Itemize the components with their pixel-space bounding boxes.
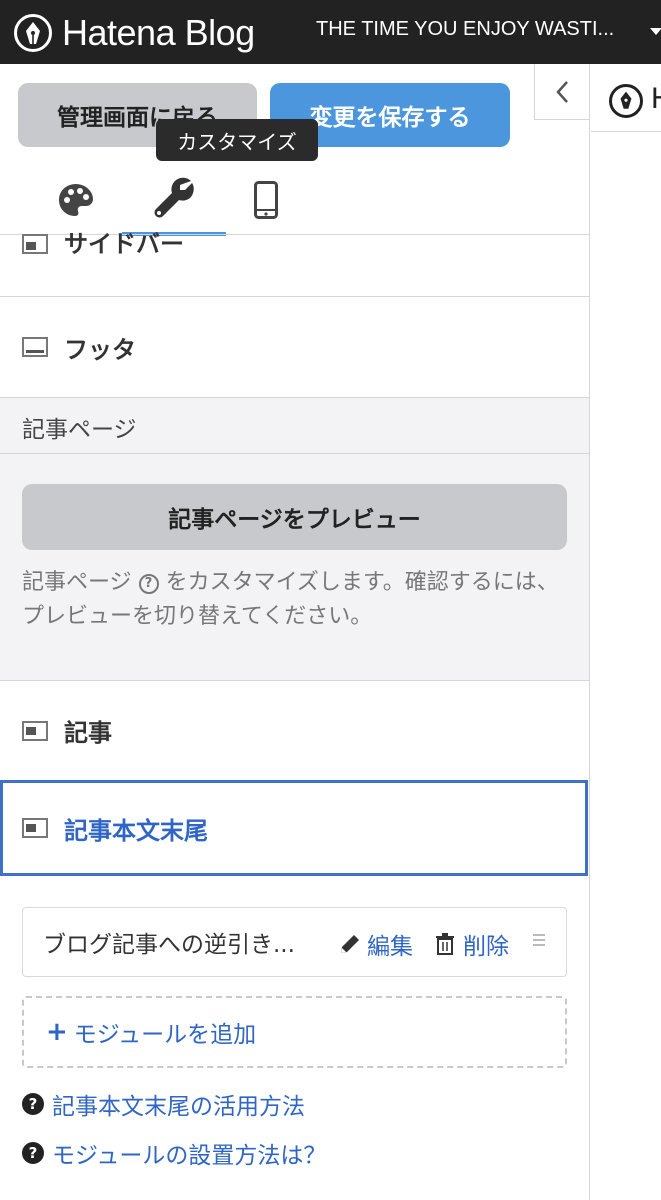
edit-module-button[interactable]: 編集 — [339, 927, 413, 961]
help-link-usage[interactable]: ? 記事本文末尾の活用方法 — [22, 1087, 305, 1121]
description: 記事ページ ? をカスタマイズします。確認するには、プレビューを切り替えてくださ… — [22, 566, 567, 634]
hatena-logo[interactable]: Hatena Blog — [14, 12, 255, 54]
description-text: 記事ページ — [22, 570, 132, 595]
trash-icon — [436, 933, 454, 955]
group-heading: 記事ページ — [22, 417, 137, 443]
add-module-label: モジュールを追加 — [73, 1022, 257, 1048]
blog-title-select[interactable]: THE TIME YOU ENJOY WASTI... — [316, 18, 614, 41]
preview-header: H — [591, 64, 661, 132]
layout-footer-icon — [22, 337, 48, 357]
section-label: 記事 — [64, 719, 112, 747]
preview-brand-text: H — [651, 82, 661, 116]
delete-module-button[interactable]: 削除 — [435, 927, 509, 961]
section-article-footer[interactable]: 記事本文末尾 — [0, 780, 588, 876]
pen-nib-icon — [609, 84, 643, 118]
layout-article-footer-icon — [22, 818, 48, 838]
section-label: 記事本文末尾 — [64, 816, 208, 845]
delete-label: 削除 — [463, 934, 509, 960]
edit-label: 編集 — [367, 934, 413, 960]
chevron-left-icon — [556, 80, 568, 103]
module-name: ブログ記事への逆引き... — [43, 932, 295, 958]
wrench-icon — [154, 177, 194, 218]
help-link-label: モジュールの設置方法は？ — [52, 1143, 327, 1169]
section-label: フッタ — [64, 335, 136, 364]
article-page-group: 記事ページ 記事ページをプレビュー 記事ページ ? をカスタマイズします。確認す… — [0, 397, 589, 681]
module-item: ブログ記事への逆引き... 編集 削除 — [22, 907, 567, 977]
customize-sidebar: 管理画面に戻る 変更を保存する カスタマイズ サイドバー フッタ 記事ページ 記… — [0, 64, 590, 1200]
tooltip: カスタマイズ — [156, 119, 318, 161]
section-footer[interactable]: フッタ — [0, 297, 589, 397]
chevron-down-icon[interactable] — [650, 28, 661, 35]
palette-icon — [59, 184, 93, 216]
brand-name: Hatena Blog — [62, 12, 255, 53]
help-icon[interactable]: ? — [138, 574, 159, 594]
mobile-icon — [254, 181, 278, 219]
section-label: サイドバー — [64, 230, 184, 258]
help-link-placement[interactable]: ? モジュールの設置方法は？ — [22, 1136, 326, 1170]
divider — [0, 453, 589, 454]
layout-article-icon — [22, 720, 48, 741]
section-article[interactable]: 記事 — [0, 681, 589, 780]
help-link-label: 記事本文末尾の活用方法 — [52, 1094, 305, 1120]
tab-smartphone[interactable] — [238, 164, 294, 236]
pen-nib-icon — [14, 14, 52, 52]
preview-article-page-button[interactable]: 記事ページをプレビュー — [22, 484, 567, 550]
pencil-icon — [341, 935, 359, 953]
plus-icon: + — [46, 1017, 68, 1047]
question-circle-icon: ? — [22, 1093, 44, 1115]
question-circle-icon: ? — [22, 1142, 44, 1164]
drag-handle-icon[interactable] — [533, 934, 545, 949]
blog-preview-pane: H — [591, 64, 661, 1200]
top-header: Hatena Blog THE TIME YOU ENJOY WASTI... — [0, 0, 661, 64]
layout-sidebar-icon — [22, 234, 48, 254]
add-module-button[interactable]: + モジュールを追加 — [22, 996, 567, 1068]
section-sidebar[interactable]: サイドバー — [0, 230, 589, 296]
collapse-sidebar-button[interactable] — [534, 64, 590, 120]
